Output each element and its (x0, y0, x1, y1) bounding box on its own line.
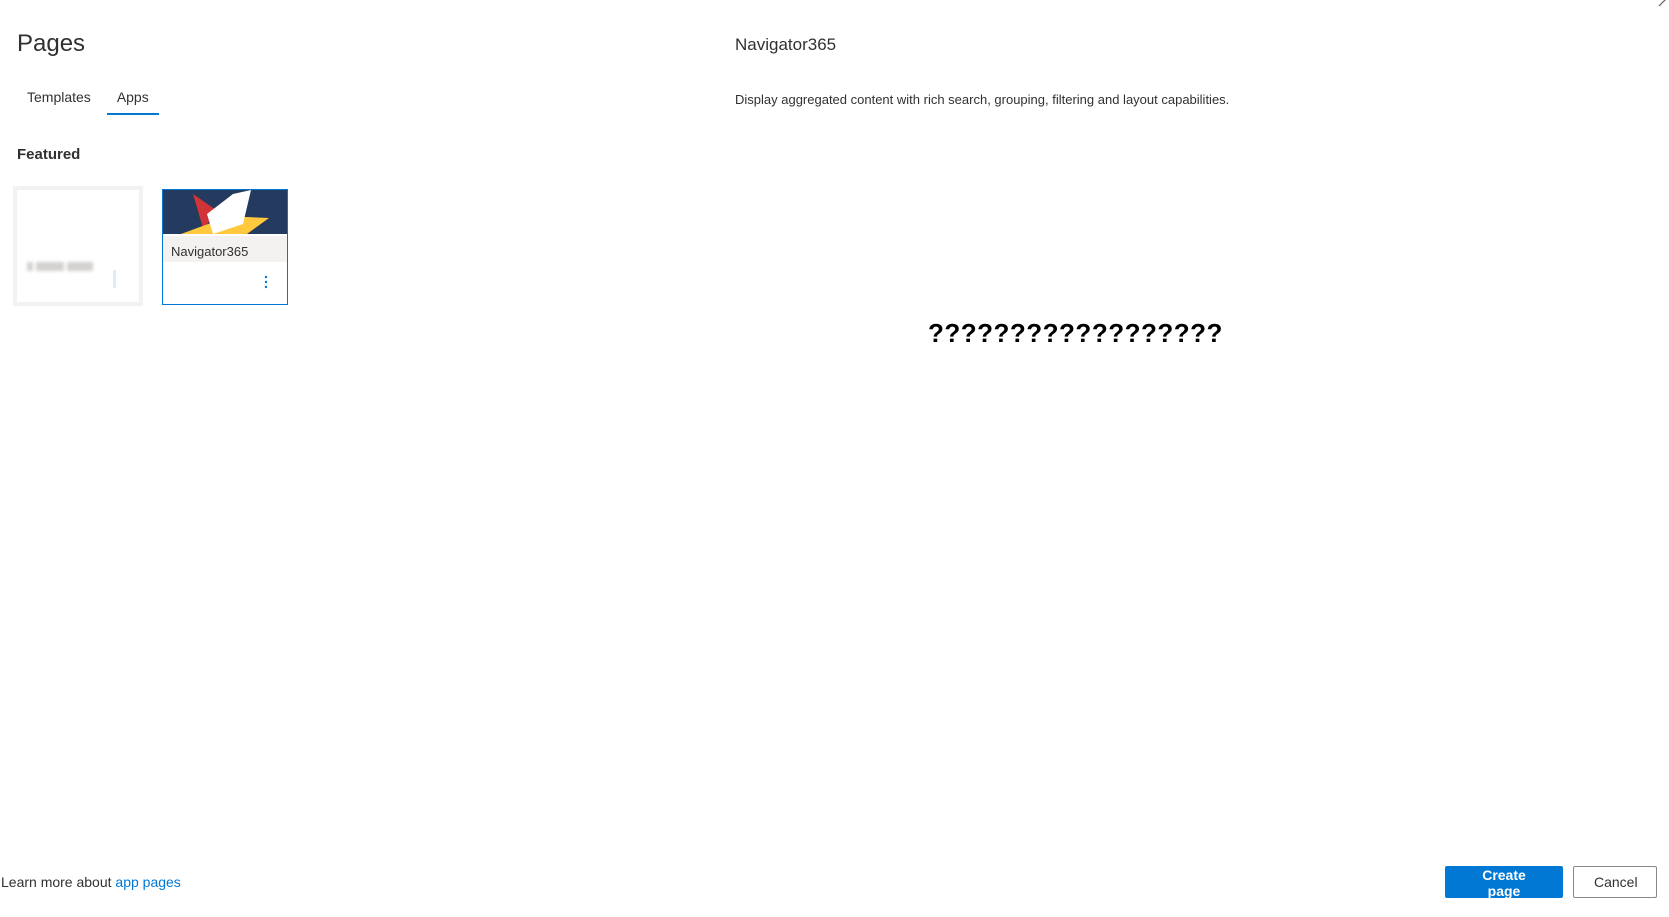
tab-bar: Templates Apps (17, 86, 165, 117)
cancel-button[interactable]: Cancel (1573, 866, 1657, 898)
blur-bar (113, 270, 116, 288)
more-options-icon[interactable] (256, 272, 276, 292)
tab-apps[interactable]: Apps (106, 86, 159, 117)
detail-description: Display aggregated content with rich sea… (735, 92, 1230, 107)
close-icon[interactable] (1657, 0, 1669, 8)
navigator365-star-icon (181, 190, 269, 234)
learn-more-text: Learn more about app pages (1, 874, 181, 890)
app-pages-dialog: Pages Templates Apps Featured Navigator3… (0, 0, 1669, 917)
detail-title: Navigator365 (735, 35, 837, 54)
create-page-button[interactable]: Create page (1445, 866, 1563, 899)
blur-block (27, 262, 33, 271)
blur-block (36, 262, 64, 271)
blur-block (67, 262, 93, 271)
preview-text: ?????????????????? (928, 318, 1223, 348)
featured-heading: Featured (17, 146, 81, 163)
card-name: Navigator365 (171, 244, 249, 259)
app-pages-link[interactable]: app pages (115, 874, 180, 890)
app-card-placeholder[interactable] (13, 186, 143, 306)
app-card-navigator365[interactable]: Navigator365 (162, 189, 288, 305)
blurred-card-label (27, 262, 93, 271)
panel-title: Pages (17, 30, 86, 57)
tab-templates[interactable]: Templates (17, 86, 101, 117)
learn-more-prefix: Learn more about (1, 874, 116, 890)
navigator365-logo-thumbnail (163, 190, 287, 234)
